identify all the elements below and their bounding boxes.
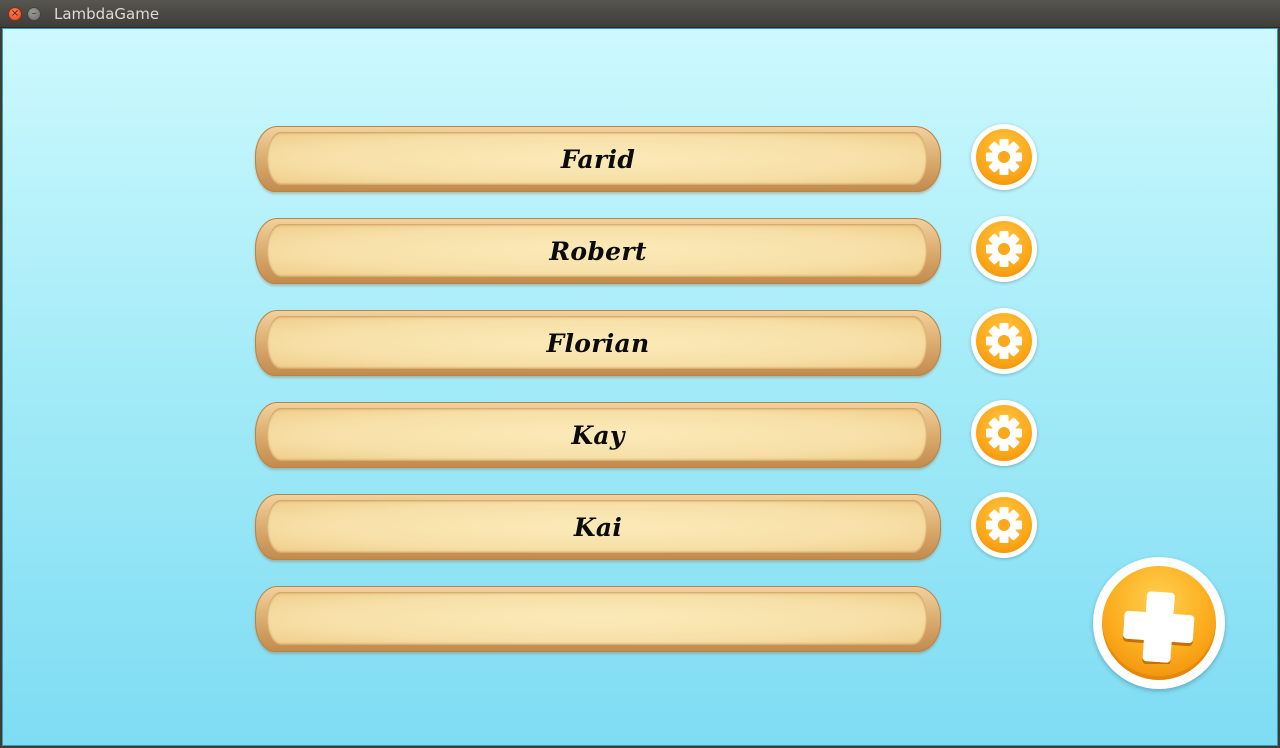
- profile-name: Florian: [546, 328, 650, 358]
- gear-icon: [986, 323, 1022, 359]
- profile-name: Kay: [571, 420, 625, 450]
- gear-icon: [986, 507, 1022, 543]
- profile-slot-4[interactable]: Kay: [255, 402, 941, 468]
- gear-icon: [986, 231, 1022, 267]
- profile-name: Robert: [549, 236, 647, 266]
- profile-settings-button-5[interactable]: [971, 492, 1037, 558]
- gear-icon: [986, 415, 1022, 451]
- profile-settings-button-4[interactable]: [971, 400, 1037, 466]
- profile-slot-5[interactable]: Kai: [255, 494, 941, 560]
- profile-name: [255, 586, 941, 652]
- game-area: Farid Robert Florian Kay Kai: [2, 28, 1278, 746]
- gear-icon: [986, 139, 1022, 175]
- profile-slot-empty[interactable]: [255, 586, 941, 652]
- profile-name: Farid: [560, 144, 636, 174]
- profile-slot-1[interactable]: Farid: [255, 126, 941, 192]
- profile-settings-button-2[interactable]: [971, 216, 1037, 282]
- profile-slot-2[interactable]: Robert: [255, 218, 941, 284]
- profile-slot-3[interactable]: Florian: [255, 310, 941, 376]
- plus-icon: [1122, 591, 1195, 664]
- profile-settings-button-3[interactable]: [971, 308, 1037, 374]
- window-minimize-button[interactable]: –: [27, 7, 41, 21]
- close-icon: ×: [10, 8, 20, 19]
- minimize-icon: –: [31, 8, 37, 19]
- window-close-button[interactable]: ×: [8, 7, 22, 21]
- window-title: LambdaGame: [54, 5, 160, 23]
- profile-name: Kai: [573, 512, 623, 542]
- profile-settings-button-1[interactable]: [971, 124, 1037, 190]
- add-profile-button[interactable]: [1093, 557, 1225, 689]
- window-titlebar[interactable]: × – LambdaGame: [0, 0, 1280, 28]
